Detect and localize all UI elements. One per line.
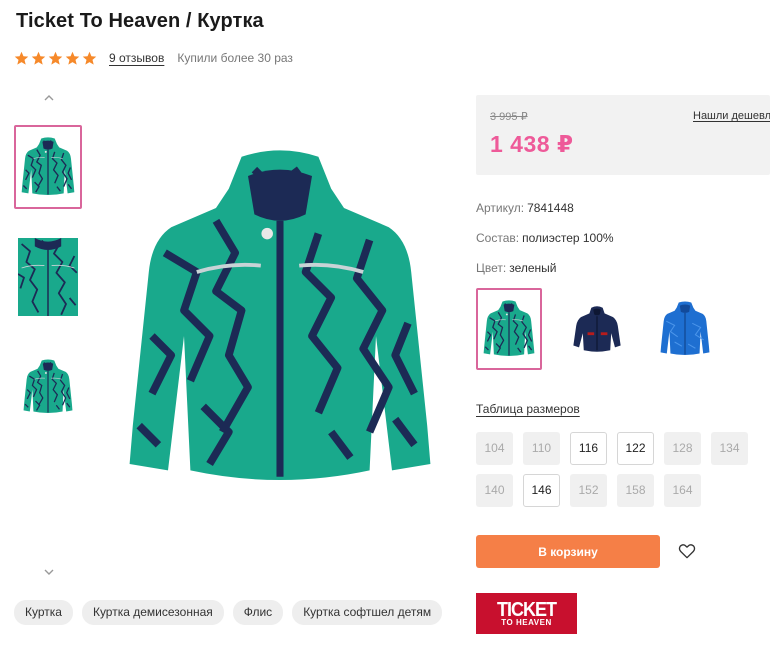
- color-label: Цвет:: [476, 261, 507, 275]
- color-option-green[interactable]: [476, 288, 542, 370]
- star-icon: [65, 51, 80, 65]
- bought-count: Купили более 30 раз: [177, 51, 293, 65]
- thumbnail-front[interactable]: [14, 125, 82, 209]
- star-icon: [31, 51, 46, 65]
- jacket-detail-thumbnail-image: [18, 237, 78, 317]
- size-option: 158: [617, 474, 654, 507]
- color-value: зеленый: [509, 261, 557, 275]
- size-option: 140: [476, 474, 513, 507]
- product-title: Ticket To Heaven / Куртка: [16, 10, 264, 32]
- rating-stars: [14, 51, 97, 66]
- reviews-link[interactable]: 9 отзывов: [109, 51, 164, 65]
- old-price: 3 995 ₽: [490, 111, 528, 123]
- navy-jacket-swatch-image: [573, 306, 621, 352]
- blue-jacket-swatch-image: [660, 301, 710, 355]
- thumbnail-back[interactable]: [14, 345, 82, 429]
- size-option: 134: [711, 432, 748, 465]
- size-table-link[interactable]: Таблица размеров: [476, 402, 580, 416]
- size-option: 104: [476, 432, 513, 465]
- thumbnails-up-button[interactable]: [40, 91, 58, 105]
- jacket-thumbnail-image: [20, 133, 76, 201]
- tag-item[interactable]: Куртка: [14, 600, 73, 625]
- tag-item[interactable]: Флис: [232, 600, 284, 625]
- tag-list: Куртка Куртка демисезонная Флис Куртка с…: [14, 600, 443, 625]
- size-option[interactable]: 122: [617, 432, 654, 465]
- article-label: Артикул:: [476, 201, 525, 215]
- color-line: Цвет: зеленый: [476, 261, 557, 275]
- composition-label: Состав:: [476, 231, 520, 245]
- article-value: 7841448: [527, 201, 574, 215]
- found-cheaper-link[interactable]: Нашли дешевле?: [693, 110, 770, 122]
- color-options: [476, 288, 718, 370]
- tag-item[interactable]: Куртка демисезонная: [81, 600, 224, 625]
- green-jacket-swatch-image: [482, 299, 536, 359]
- size-option[interactable]: 146: [523, 474, 560, 507]
- size-option: 110: [523, 432, 560, 465]
- brand-logo-line1: TICKET: [497, 597, 557, 620]
- chevron-down-icon: [44, 569, 54, 575]
- tag-item[interactable]: Куртка софтшел детям: [292, 600, 443, 625]
- color-option-navy[interactable]: [564, 288, 630, 370]
- composition-value: полиэстер 100%: [522, 231, 614, 245]
- jacket-back-thumbnail-image: [22, 355, 74, 419]
- chevron-up-icon: [44, 95, 54, 101]
- thumbnail-detail[interactable]: [14, 235, 82, 319]
- composition-line: Состав: полиэстер 100%: [476, 231, 614, 245]
- heart-icon[interactable]: [677, 541, 697, 561]
- size-option: 152: [570, 474, 607, 507]
- star-icon: [82, 51, 97, 65]
- brand-logo[interactable]: TICKET TO HEAVEN: [476, 593, 577, 634]
- article-line: Артикул: 7841448: [476, 201, 574, 215]
- size-option[interactable]: 116: [570, 432, 607, 465]
- rating-row: 9 отзывов Купили более 30 раз: [14, 50, 293, 66]
- color-option-blue[interactable]: [652, 288, 718, 370]
- size-option: 164: [664, 474, 701, 507]
- thumbnails-down-button[interactable]: [40, 565, 58, 579]
- size-options: 104 110 116 122 128 134 140 146 152 158 …: [476, 432, 770, 507]
- star-icon: [14, 51, 29, 65]
- size-option: 128: [664, 432, 701, 465]
- main-product-image[interactable]: [120, 140, 440, 500]
- price-box: 3 995 ₽ 1 438 ₽ Нашли дешевле?: [476, 95, 770, 175]
- star-icon: [48, 51, 63, 65]
- thumbnail-list: [14, 125, 82, 455]
- current-price: 1 438 ₽: [490, 131, 574, 157]
- add-to-cart-button[interactable]: В корзину: [476, 535, 660, 568]
